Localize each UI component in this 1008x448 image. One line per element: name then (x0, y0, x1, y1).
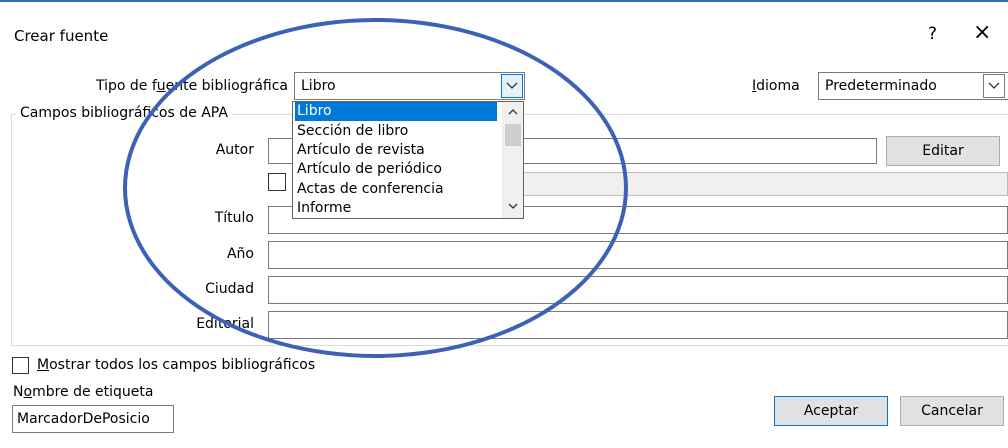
show-all-label-post: ostrar todos los campos bibliográficos (49, 357, 316, 373)
tag-name-input[interactable]: MarcadorDePosicio (12, 405, 174, 433)
listbox-scrollbar[interactable] (502, 102, 523, 218)
language-select[interactable]: Predeterminado (818, 72, 1008, 100)
city-input[interactable] (268, 276, 1008, 304)
publisher-input[interactable] (268, 311, 1008, 339)
show-all-fields-label[interactable]: Mostrar todos los campos bibliográficos (37, 357, 315, 373)
scroll-down-icon[interactable] (507, 200, 519, 212)
list-item-libro[interactable]: Libro (295, 102, 497, 121)
list-item-articulo-de-periodico[interactable]: Artículo de periódico (295, 160, 497, 179)
show-all-mnemonic: M (37, 357, 50, 373)
window-top-border (0, 0, 1008, 2)
title-label: Título (214, 210, 254, 226)
source-type-label-post: ente bibliográfica (165, 78, 288, 94)
year-input[interactable] (268, 241, 1008, 269)
source-type-dropdown-button[interactable] (501, 74, 523, 98)
list-item-informe[interactable]: Informe (295, 199, 497, 218)
source-type-label-mnemonic: u (156, 78, 166, 94)
accept-button[interactable]: Aceptar (774, 396, 888, 426)
help-button[interactable]: ? (928, 24, 937, 44)
publisher-label: Editorial (196, 316, 254, 332)
list-item-seccion-de-libro[interactable]: Sección de libro (295, 122, 497, 141)
language-dropdown-button[interactable] (983, 74, 1005, 98)
author-label: Autor (215, 142, 254, 158)
city-label: Ciudad (205, 281, 254, 297)
language-value: Predeterminado (825, 78, 937, 94)
tag-name-value: MarcadorDePosicio (17, 411, 150, 427)
source-type-listbox[interactable]: Libro Sección de libro Artículo de revis… (292, 101, 524, 219)
list-item-articulo-de-revista[interactable]: Artículo de revista (295, 141, 497, 160)
chevron-down-icon (988, 82, 1000, 89)
source-type-select[interactable]: Libro (294, 72, 525, 100)
year-label: Año (226, 246, 254, 262)
list-item-actas-de-conferencia[interactable]: Actas de conferencia (295, 180, 497, 199)
source-type-value: Libro (301, 78, 336, 94)
edit-button[interactable]: Editar (886, 136, 1000, 166)
language-label: Idioma (752, 78, 800, 94)
dialog-title: Crear fuente (14, 27, 109, 45)
corporate-author-checkbox[interactable] (268, 173, 286, 191)
language-label-post: dioma (756, 78, 800, 94)
group-title: Campos bibliográficos de APA (16, 105, 232, 121)
scrollbar-thumb[interactable] (505, 124, 521, 146)
source-type-label: Tipo de fuente bibliográfica (40, 78, 288, 94)
scroll-up-icon[interactable] (507, 106, 519, 118)
close-button[interactable]: × (973, 20, 991, 45)
source-type-label-pre: Tipo de f (95, 78, 157, 94)
tag-label-pre: N (13, 384, 24, 400)
cancel-button[interactable]: Cancelar (900, 396, 1004, 426)
tag-name-label: Nombre de etiqueta (13, 384, 153, 400)
tag-label-mnemonic: o (23, 384, 33, 400)
chevron-down-icon (506, 82, 518, 89)
tag-label-post: mbre de etiqueta (32, 384, 154, 400)
show-all-fields-checkbox[interactable] (12, 357, 29, 374)
